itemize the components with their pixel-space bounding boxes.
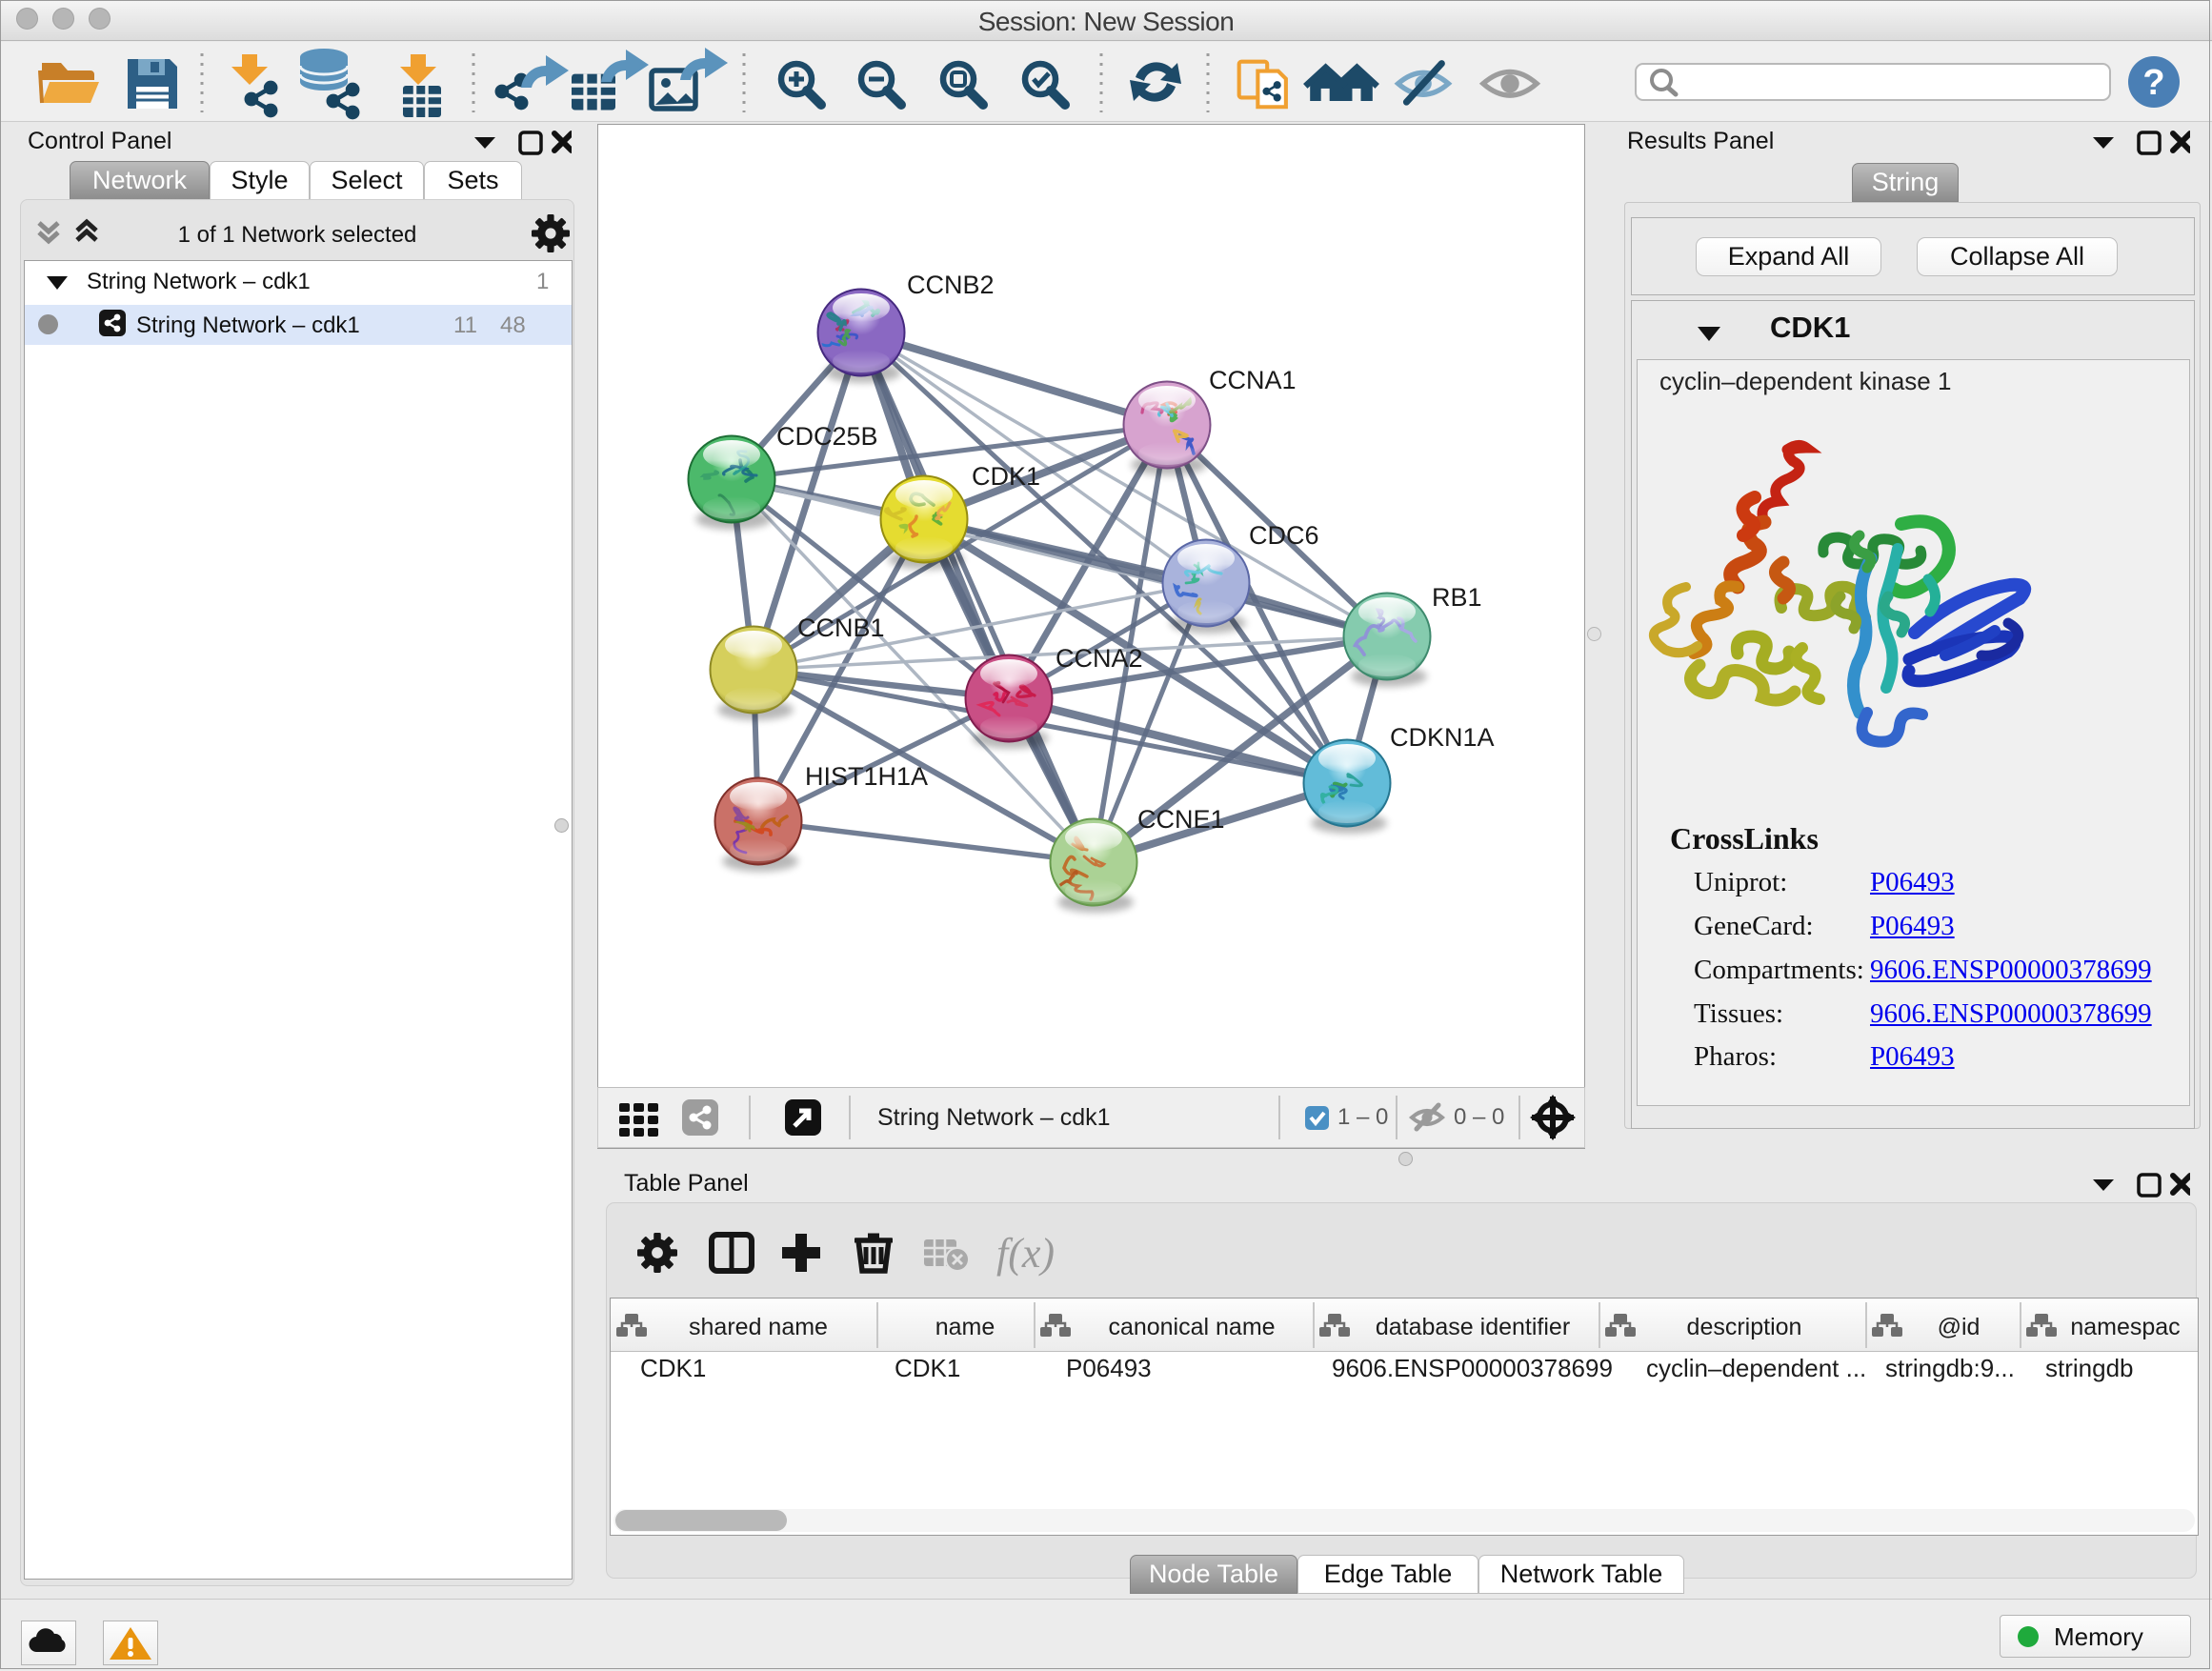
svg-text:shared name: shared name bbox=[689, 1314, 828, 1340]
svg-text:CDK1: CDK1 bbox=[972, 462, 1040, 491]
svg-text:CDK1: CDK1 bbox=[640, 1354, 706, 1382]
svg-text:CDC6: CDC6 bbox=[1249, 521, 1319, 550]
svg-text:canonical name: canonical name bbox=[1108, 1314, 1275, 1340]
svg-text:CCNA2: CCNA2 bbox=[1056, 644, 1143, 673]
svg-text:String Network – cdk1: String Network – cdk1 bbox=[877, 1104, 1111, 1131]
svg-text:stringdb: stringdb bbox=[2045, 1354, 2134, 1382]
svg-text:f(x): f(x) bbox=[996, 1230, 1055, 1277]
svg-text:database identifier: database identifier bbox=[1376, 1314, 1570, 1340]
svg-text:CCNE1: CCNE1 bbox=[1137, 805, 1225, 834]
svg-text:namespac: namespac bbox=[2070, 1314, 2180, 1340]
svg-text:0 – 0: 0 – 0 bbox=[1454, 1104, 1504, 1130]
svg-text:CCNB2: CCNB2 bbox=[907, 271, 995, 299]
svg-text:?: ? bbox=[2142, 63, 2164, 103]
svg-text:cyclin–dependent ...: cyclin–dependent ... bbox=[1646, 1354, 1866, 1382]
svg-text:P06493: P06493 bbox=[1066, 1354, 1152, 1382]
svg-text:CDKN1A: CDKN1A bbox=[1390, 723, 1495, 752]
svg-text:CDC25B: CDC25B bbox=[776, 422, 878, 451]
svg-text:stringdb:9...: stringdb:9... bbox=[1885, 1354, 2015, 1382]
svg-text:CCNA1: CCNA1 bbox=[1209, 366, 1297, 394]
svg-text:CCNB1: CCNB1 bbox=[797, 614, 885, 642]
svg-text:name: name bbox=[935, 1314, 995, 1340]
svg-text:CDK1: CDK1 bbox=[895, 1354, 960, 1382]
svg-text:HIST1H1A: HIST1H1A bbox=[805, 762, 928, 791]
svg-text:@id: @id bbox=[1938, 1314, 1981, 1340]
svg-text:RB1: RB1 bbox=[1432, 583, 1482, 612]
svg-text:1 – 0: 1 – 0 bbox=[1337, 1104, 1388, 1130]
svg-text:9606.ENSP00000378699: 9606.ENSP00000378699 bbox=[1332, 1354, 1613, 1382]
svg-text:description: description bbox=[1687, 1314, 1802, 1340]
